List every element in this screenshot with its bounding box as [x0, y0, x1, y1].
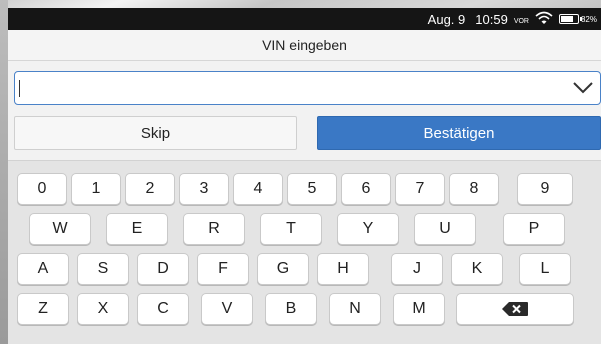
key-d[interactable]: D: [137, 253, 189, 285]
battery-indicator: 82%: [558, 14, 597, 24]
key-n[interactable]: N: [329, 293, 381, 325]
key-1[interactable]: 1: [71, 173, 121, 205]
key-c[interactable]: C: [137, 293, 189, 325]
vin-input-field[interactable]: [14, 71, 601, 105]
on-screen-keyboard: 0 1 2 3 4 5 6 7 8 9 W E R T Y U P A S D …: [8, 160, 601, 344]
backspace-key[interactable]: [456, 293, 574, 325]
key-3[interactable]: 3: [179, 173, 229, 205]
key-0[interactable]: 0: [17, 173, 67, 205]
key-4[interactable]: 4: [233, 173, 283, 205]
key-h[interactable]: H: [317, 253, 369, 285]
key-j[interactable]: J: [391, 253, 443, 285]
key-u[interactable]: U: [414, 213, 476, 245]
status-am-pm: VOR: [513, 17, 529, 25]
key-x[interactable]: X: [77, 293, 129, 325]
device-screen: Aug. 9 10:59 VOR 82% VIN eingeben Skip B…: [8, 8, 601, 344]
text-cursor: [19, 80, 20, 97]
confirm-button[interactable]: Bestätigen: [317, 116, 601, 150]
skip-button[interactable]: Skip: [14, 116, 297, 150]
battery-icon: [558, 14, 582, 24]
key-6[interactable]: 6: [341, 173, 391, 205]
key-f[interactable]: F: [197, 253, 249, 285]
chevron-down-icon[interactable]: [572, 80, 594, 96]
vin-input[interactable]: [23, 76, 567, 102]
key-m[interactable]: M: [393, 293, 445, 325]
dialog-title: VIN eingeben: [8, 30, 601, 61]
key-t[interactable]: T: [260, 213, 322, 245]
key-g[interactable]: G: [257, 253, 309, 285]
key-a[interactable]: A: [17, 253, 69, 285]
status-date: Aug. 9: [427, 11, 466, 27]
key-5[interactable]: 5: [287, 173, 337, 205]
key-7[interactable]: 7: [395, 173, 445, 205]
key-l[interactable]: L: [519, 253, 571, 285]
key-k[interactable]: K: [451, 253, 503, 285]
key-p[interactable]: P: [503, 213, 565, 245]
wifi-icon: [535, 11, 553, 28]
key-w[interactable]: W: [29, 213, 91, 245]
status-time: 10:59: [475, 11, 508, 27]
battery-percent: 82%: [580, 14, 597, 24]
key-z[interactable]: Z: [17, 293, 69, 325]
key-r[interactable]: R: [183, 213, 245, 245]
key-y[interactable]: Y: [337, 213, 399, 245]
key-8[interactable]: 8: [449, 173, 499, 205]
key-e[interactable]: E: [106, 213, 168, 245]
status-bar: Aug. 9 10:59 VOR 82%: [8, 8, 601, 30]
key-2[interactable]: 2: [125, 173, 175, 205]
key-v[interactable]: V: [201, 293, 253, 325]
device-bezel-left: [0, 0, 8, 344]
key-s[interactable]: S: [77, 253, 129, 285]
key-9[interactable]: 9: [517, 173, 573, 205]
backspace-icon: [501, 301, 529, 317]
key-b[interactable]: B: [265, 293, 317, 325]
